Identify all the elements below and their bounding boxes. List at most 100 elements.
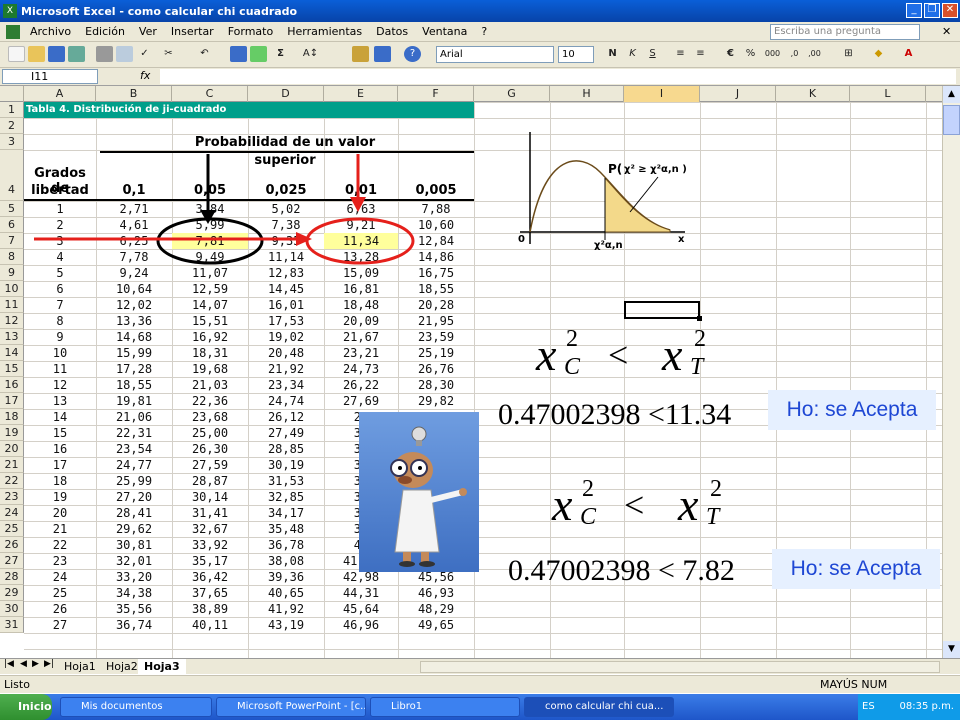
row-header[interactable]: 29 (0, 585, 24, 601)
autosum-icon[interactable]: Σ (272, 46, 289, 62)
table-cell[interactable]: 40,11 (172, 617, 248, 633)
fill-handle[interactable] (697, 316, 702, 321)
table-cell[interactable]: 31,53 (248, 473, 324, 489)
column-header-i[interactable]: I (624, 86, 700, 102)
borders-icon[interactable]: ⊞ (840, 46, 857, 62)
row-header[interactable]: 30 (0, 601, 24, 617)
horizontal-scrollbar[interactable] (420, 661, 940, 673)
maximize-button[interactable]: ❐ (924, 3, 940, 18)
table-cell[interactable]: 25,19 (398, 345, 474, 361)
table-cell[interactable]: 48,29 (398, 601, 474, 617)
table-cell[interactable]: 16,81 (324, 281, 398, 297)
table-cell[interactable]: 17,28 (96, 361, 172, 377)
column-header-h[interactable]: H (550, 86, 624, 102)
table-cell[interactable]: 21 (24, 521, 96, 537)
table-cell[interactable]: 33,20 (96, 569, 172, 585)
sort-icon[interactable]: A↕ (302, 46, 319, 62)
table-cell[interactable]: 22,31 (96, 425, 172, 441)
language-indicator[interactable]: ES (862, 701, 875, 712)
table-cell[interactable]: 19,68 (172, 361, 248, 377)
row-header[interactable]: 11 (0, 297, 24, 313)
table-cell[interactable]: 10 (24, 345, 96, 361)
table-cell[interactable]: 13 (24, 393, 96, 409)
table-cell[interactable]: 27,20 (96, 489, 172, 505)
table-cell[interactable]: 23 (24, 553, 96, 569)
table-cell[interactable]: 22,36 (172, 393, 248, 409)
table-cell[interactable]: 40,65 (248, 585, 324, 601)
fx-icon[interactable]: fx (140, 69, 150, 82)
column-header-b[interactable]: B (96, 86, 172, 102)
table-cell[interactable]: 36,74 (96, 617, 172, 633)
column-header-c[interactable]: C (172, 86, 248, 102)
table-cell[interactable]: 15 (24, 425, 96, 441)
row-header[interactable]: 31 (0, 617, 24, 633)
row-header[interactable]: 27 (0, 553, 24, 569)
hyperlink-icon[interactable] (230, 46, 247, 62)
table-cell[interactable]: 27,69 (324, 393, 398, 409)
table-cell[interactable]: 18,55 (96, 377, 172, 393)
table-cell[interactable]: 19,02 (248, 329, 324, 345)
underline-icon[interactable]: S (644, 46, 661, 62)
table-cell[interactable]: 10,64 (96, 281, 172, 297)
table-cell[interactable]: 34,17 (248, 505, 324, 521)
menu-archivo[interactable]: Archivo (30, 25, 71, 38)
row-header[interactable]: 22 (0, 473, 24, 489)
table-cell[interactable]: 21,67 (324, 329, 398, 345)
undo-icon[interactable]: ↶ (196, 46, 213, 62)
scroll-thumb[interactable] (943, 105, 960, 135)
menu-help[interactable]: ? (481, 25, 487, 38)
tab-nav-last-icon[interactable]: ▶| (44, 659, 54, 669)
table-cell[interactable]: 12,02 (96, 297, 172, 313)
table-cell[interactable]: 18,48 (324, 297, 398, 313)
chart-wizard-icon[interactable] (352, 46, 369, 62)
row-header[interactable]: 16 (0, 377, 24, 393)
doc-close-icon[interactable]: ✕ (942, 25, 951, 38)
selected-cell-i11[interactable] (624, 301, 700, 319)
table-cell[interactable]: 17 (24, 457, 96, 473)
table-cell[interactable]: 43,19 (248, 617, 324, 633)
table-cell[interactable]: 28,30 (398, 377, 474, 393)
table-cell[interactable]: 29,82 (398, 393, 474, 409)
table-cell[interactable]: 21,92 (248, 361, 324, 377)
task-excel-active[interactable]: como calcular chi cua... (524, 697, 674, 717)
table-cell[interactable]: 35,56 (96, 601, 172, 617)
font-size-select[interactable]: 10 (558, 46, 594, 63)
row-header[interactable]: 15 (0, 361, 24, 377)
print-icon[interactable] (96, 46, 113, 62)
table-cell[interactable]: 28,87 (172, 473, 248, 489)
menu-formato[interactable]: Formato (228, 25, 274, 38)
table-cell[interactable]: 28,41 (96, 505, 172, 521)
menu-ver[interactable]: Ver (139, 25, 157, 38)
table-cell[interactable]: 35,17 (172, 553, 248, 569)
table-cell[interactable]: 24,74 (248, 393, 324, 409)
table-cell[interactable]: 20 (24, 505, 96, 521)
table-cell[interactable]: 38,89 (172, 601, 248, 617)
table-cell[interactable]: 37,65 (172, 585, 248, 601)
row-header[interactable]: 12 (0, 313, 24, 329)
column-header-f[interactable]: F (398, 86, 474, 102)
research-icon[interactable] (250, 46, 267, 62)
table-cell[interactable]: 36,42 (172, 569, 248, 585)
formula-input[interactable] (160, 69, 956, 84)
permission-icon[interactable] (68, 46, 85, 62)
table-cell[interactable]: 27,59 (172, 457, 248, 473)
table-cell[interactable]: 39,36 (248, 569, 324, 585)
percent-icon[interactable]: % (742, 46, 759, 62)
print-preview-icon[interactable] (116, 46, 133, 62)
help-icon[interactable]: ? (404, 46, 421, 62)
table-cell[interactable]: 25,99 (96, 473, 172, 489)
table-cell[interactable]: 45,64 (324, 601, 398, 617)
table-cell[interactable]: 29,62 (96, 521, 172, 537)
table-cell[interactable]: 14,45 (248, 281, 324, 297)
table-cell[interactable]: 44,31 (324, 585, 398, 601)
table-cell[interactable]: 6 (24, 281, 96, 297)
tab-nav-prev-icon[interactable]: ◀ (20, 659, 27, 669)
row-header[interactable]: 19 (0, 425, 24, 441)
row-header[interactable]: 14 (0, 345, 24, 361)
table-cell[interactable]: 23,68 (172, 409, 248, 425)
task-mis-documentos[interactable]: Mis documentos (60, 697, 212, 717)
table-cell[interactable]: 7 (24, 297, 96, 313)
table-cell[interactable]: 15,99 (96, 345, 172, 361)
menu-insertar[interactable]: Insertar (171, 25, 214, 38)
tab-nav-next-icon[interactable]: ▶ (32, 659, 39, 669)
